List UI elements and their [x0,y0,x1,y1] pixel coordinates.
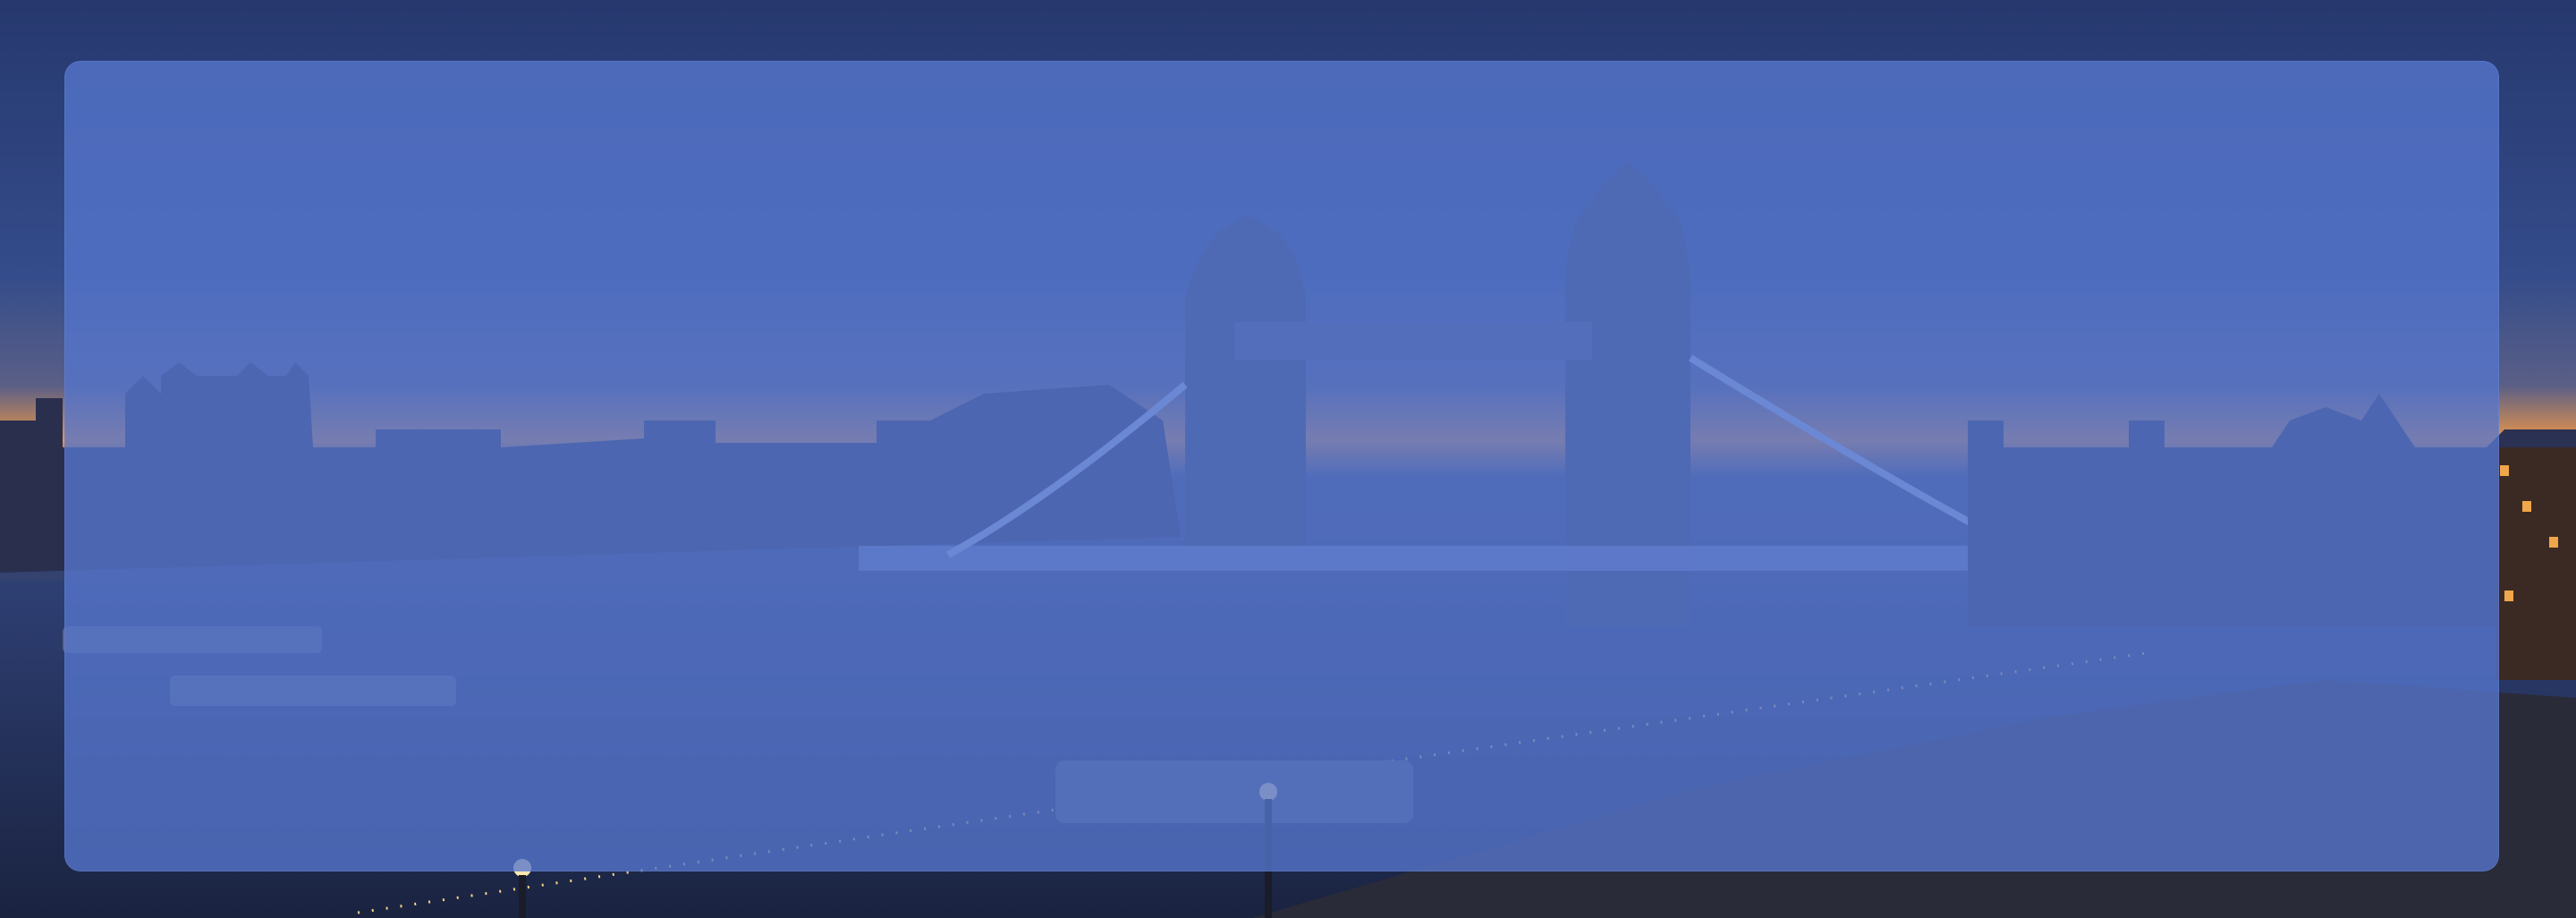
hero-banner [0,0,2576,918]
hero-overlay-panel [64,61,2499,871]
